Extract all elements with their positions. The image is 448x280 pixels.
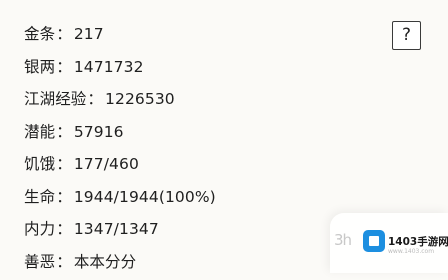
- stat-row-experience: 江湖经验：1226530: [24, 85, 344, 118]
- stat-value: 217: [74, 25, 104, 43]
- stat-label: 饥饿: [24, 155, 55, 173]
- stat-row-silver: 银两：1471732: [24, 53, 344, 86]
- stat-row-gold: 金条：217: [24, 20, 344, 53]
- stat-separator: ：: [56, 53, 72, 81]
- stat-separator: ：: [56, 183, 72, 211]
- stat-label: 江湖经验: [24, 90, 86, 108]
- stat-row-potential: 潜能：57916: [24, 118, 344, 151]
- stat-separator: ：: [56, 20, 72, 48]
- stat-value: 本本分分: [74, 253, 136, 271]
- stat-value: 1347/1347: [74, 220, 159, 238]
- watermark-site-name: 1403手游网: [388, 234, 448, 249]
- stat-label: 银两: [24, 58, 55, 76]
- stat-label: 善恶: [24, 253, 55, 271]
- stat-value: 57916: [74, 123, 124, 141]
- stat-value: 1944/1944(100%): [74, 188, 216, 206]
- stat-separator: ：: [56, 150, 72, 178]
- stat-value: 177/460: [74, 155, 139, 173]
- stat-value: 1471732: [74, 58, 144, 76]
- stat-label: 金条: [24, 25, 55, 43]
- watermark-site-url: www.1403.com: [388, 248, 434, 255]
- site-watermark: 3h 1403手游网 www.1403.com: [330, 213, 448, 273]
- stat-label: 生命: [24, 188, 55, 206]
- stat-separator: ：: [56, 118, 72, 146]
- stat-separator: ：: [56, 248, 72, 276]
- stat-row-hunger: 饥饿：177/460: [24, 150, 344, 183]
- stat-separator: ：: [56, 215, 72, 243]
- watermark-tag: 3h: [334, 231, 351, 249]
- stat-label: 潜能: [24, 123, 55, 141]
- character-stats-panel: 金条：217 银两：1471732 江湖经验：1226530 潜能：57916 …: [24, 20, 344, 280]
- stat-value: 1226530: [105, 90, 175, 108]
- stat-row-internal-power: 内力：1347/1347: [24, 215, 344, 248]
- stat-row-health: 生命：1944/1944(100%): [24, 183, 344, 216]
- site-logo-icon: [363, 230, 385, 252]
- help-button[interactable]: ?: [392, 21, 421, 50]
- stat-label: 内力: [24, 220, 55, 238]
- stat-row-morality: 善恶：本本分分: [24, 248, 344, 280]
- stat-separator: ：: [87, 85, 103, 113]
